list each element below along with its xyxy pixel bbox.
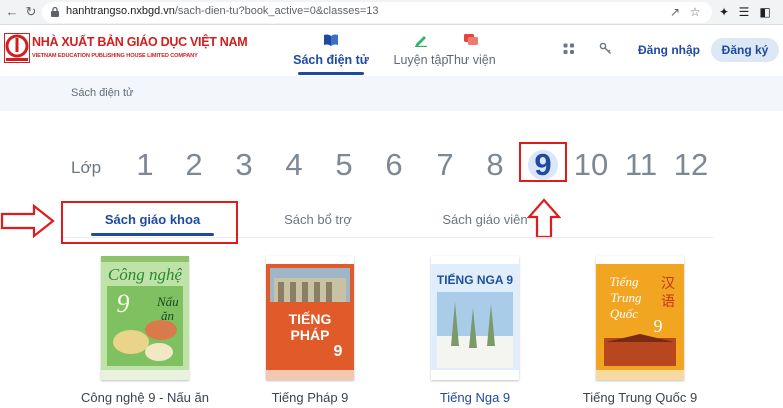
grade-option[interactable]: 2 — [180, 145, 208, 185]
grade-option[interactable]: 7 — [431, 145, 459, 185]
grade-option[interactable]: 1 — [131, 145, 159, 185]
grade-option[interactable]: 10 — [570, 145, 612, 185]
grade-selector: 1 2 3 4 5 6 7 8 9 10 11 12 — [0, 0, 783, 408]
grade-option[interactable]: 3 — [230, 145, 258, 185]
grade-option[interactable]: 5 — [330, 145, 358, 185]
grade-option[interactable]: 8 — [481, 145, 509, 185]
grade-option[interactable]: 11 — [620, 145, 662, 185]
grade-option-selected[interactable]: 9 — [523, 145, 563, 185]
grade-option[interactable]: 12 — [670, 145, 712, 185]
page: ← ↻ hanhtrangso.nxbgd.vn/sach-dien-tu?bo… — [0, 0, 783, 408]
grade-option[interactable]: 4 — [280, 145, 308, 185]
grade-option[interactable]: 6 — [380, 145, 408, 185]
